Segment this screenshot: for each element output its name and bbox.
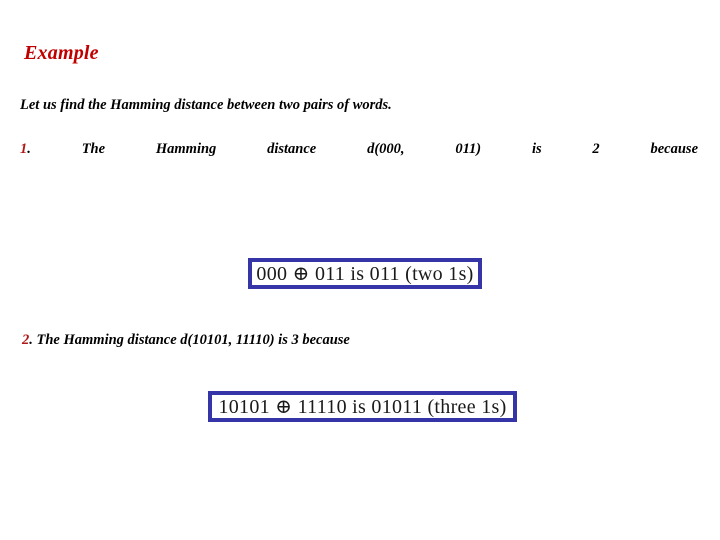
list-marker-1-dot: . xyxy=(27,141,31,157)
formula-box-1-text: 000 ⊕ 011 is 011 (two 1s) xyxy=(256,262,474,285)
item-1-word: is xyxy=(531,141,542,157)
list-marker-2: 2. xyxy=(22,332,33,348)
item-1-word: because xyxy=(650,141,698,157)
intro-sentence: Let us find the Hamming distance between… xyxy=(20,97,392,113)
item-2-text: The Hamming distance d(10101, 11110) is … xyxy=(36,332,350,348)
formula-box-2: 10101 ⊕ 11110 is 01011 (three 1s) xyxy=(208,391,517,422)
item-1-word: 2 xyxy=(592,141,600,157)
item-1-word: d(000, xyxy=(367,141,405,157)
list-marker-1: 1. xyxy=(20,141,31,158)
formula-box-1: 000 ⊕ 011 is 011 (two 1s) xyxy=(248,258,482,289)
list-marker-2-dot: . xyxy=(29,332,33,348)
page-title: Example xyxy=(24,42,99,64)
slide-canvas: Example Let us find the Hamming distance… xyxy=(0,0,720,540)
formula-box-2-text: 10101 ⊕ 11110 is 01011 (three 1s) xyxy=(218,395,507,418)
list-item-2: 2. The Hamming distance d(10101, 11110) … xyxy=(22,332,350,349)
list-item-1: 1. The Hamming distance d(000, 011) is 2… xyxy=(20,141,698,158)
item-1-word: The xyxy=(81,141,106,157)
item-1-word: Hamming xyxy=(155,141,217,157)
item-1-word: distance xyxy=(267,141,317,157)
item-1-word: 011) xyxy=(455,141,482,157)
